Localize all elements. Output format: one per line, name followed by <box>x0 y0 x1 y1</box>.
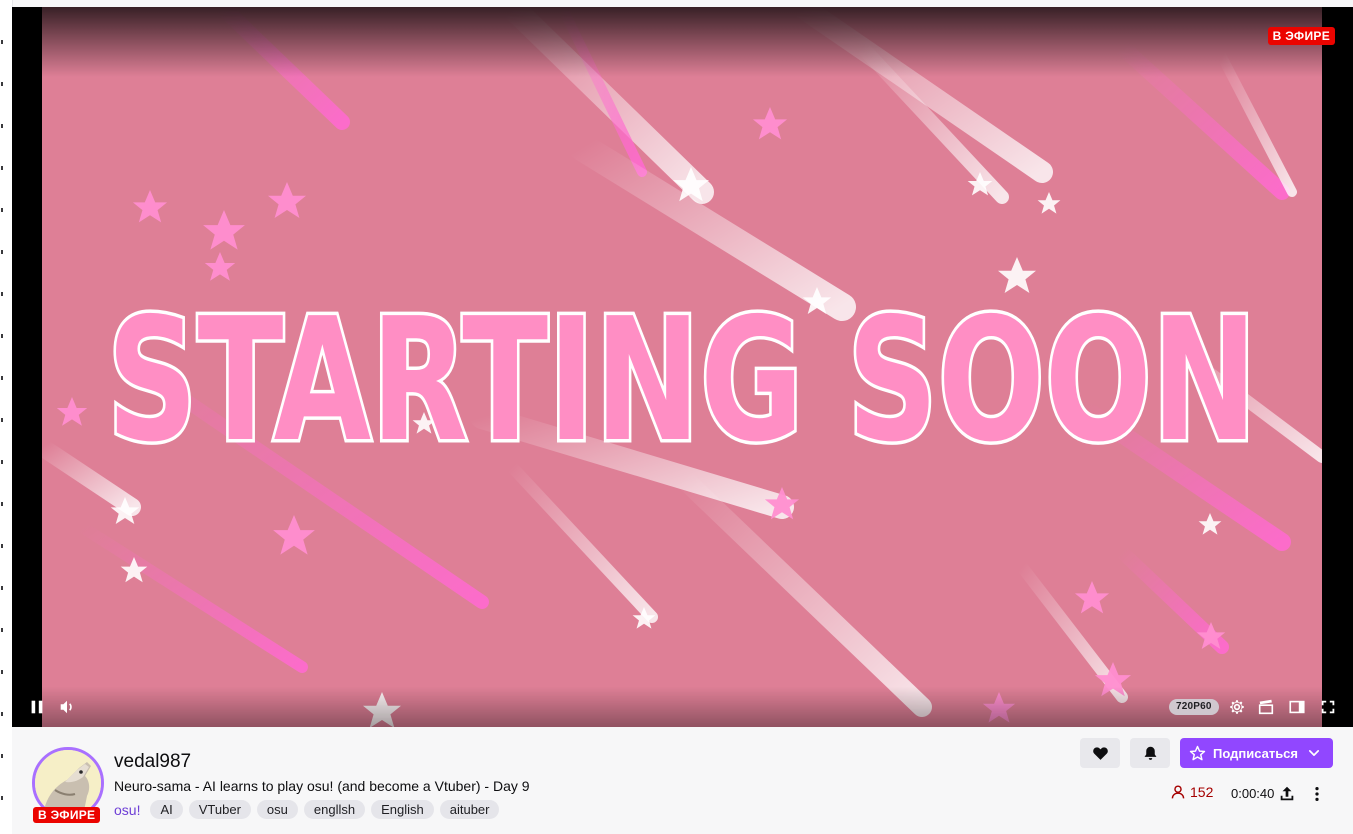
clapper-icon <box>1258 699 1274 715</box>
top-shade <box>42 7 1322 77</box>
subscribe-button[interactable]: Подписаться <box>1180 738 1333 768</box>
settings-button[interactable] <box>1225 695 1249 719</box>
twitch-channel-page: STARTING SOON В ЭФИРЕ 720P60 В ЭФИРЕ ved… <box>0 0 1353 834</box>
channel-info-bar: В ЭФИРЕ vedal987 Neuro-sama - AI learns … <box>12 727 1353 834</box>
tag-chip[interactable]: aituber <box>439 800 500 819</box>
starting-soon-text: STARTING SOON <box>107 282 1257 480</box>
player-controls: 720P60 <box>12 687 1353 727</box>
chevron-down-icon[interactable] <box>1307 746 1321 760</box>
more-button[interactable] <box>1306 783 1328 805</box>
tag-list: osu! AI VTuber osu engllsh English aitub… <box>114 800 500 819</box>
volume-button[interactable] <box>55 695 79 719</box>
user-icon <box>1171 785 1185 799</box>
quality-badge: 720P60 <box>1169 699 1219 715</box>
rail-dash <box>1 376 3 380</box>
share-button[interactable] <box>1276 783 1298 805</box>
tag-chip[interactable]: osu <box>256 800 298 819</box>
star-icon <box>1189 745 1206 760</box>
rail-dash <box>1 754 3 758</box>
tag-chip[interactable]: engllsh <box>303 800 366 819</box>
rail-dash <box>1 544 3 548</box>
gear-icon <box>1230 700 1244 714</box>
rail-dash <box>1 124 3 128</box>
video-player[interactable]: STARTING SOON В ЭФИРЕ 720P60 <box>12 7 1353 727</box>
live-badge: В ЭФИРЕ <box>1267 27 1335 45</box>
rail-dash <box>1 460 3 464</box>
subscribe-label: Подписаться <box>1213 745 1299 761</box>
rail-dash <box>1 586 3 590</box>
notifications-button[interactable] <box>1130 738 1170 768</box>
stream-title: Neuro-sama - AI learns to play osu! (and… <box>114 778 530 794</box>
volume-icon <box>60 700 72 714</box>
rail-dash <box>1 82 3 86</box>
tag-chip[interactable]: VTuber <box>188 800 251 819</box>
pause-icon <box>31 700 43 714</box>
bell-icon <box>1144 746 1156 760</box>
rail-dash <box>1 292 3 296</box>
tag-chip[interactable]: English <box>371 800 434 819</box>
viewer-count-value: 152 <box>1190 784 1214 800</box>
rail-dash <box>1 712 3 716</box>
rail-dash <box>1 670 3 674</box>
share-icon <box>1280 786 1294 801</box>
viewer-count: 152 <box>1170 784 1213 800</box>
avatar-live-badge: В ЭФИРЕ <box>33 807 101 823</box>
category-link[interactable]: osu! <box>114 802 140 818</box>
rail-dash <box>1 250 3 254</box>
follow-button[interactable] <box>1080 738 1120 768</box>
pause-button[interactable] <box>25 695 49 719</box>
tag-chip[interactable]: AI <box>150 800 183 819</box>
channel-name[interactable]: vedal987 <box>114 751 191 773</box>
video-scene: STARTING SOON <box>42 7 1322 727</box>
clip-button[interactable] <box>1254 695 1278 719</box>
avatar[interactable]: В ЭФИРЕ <box>32 747 104 823</box>
fullscreen-button[interactable] <box>1316 695 1340 719</box>
rail-dash <box>1 628 3 632</box>
theatre-mode-button[interactable] <box>1285 695 1309 719</box>
stream-uptime: 0:00:40 <box>1231 786 1275 801</box>
rail-dash <box>1 208 3 212</box>
rail-dash <box>1 418 3 422</box>
rail-dash <box>1 334 3 338</box>
theatre-mode-icon <box>1289 700 1305 714</box>
rail-dash <box>1 502 3 506</box>
video-frame[interactable]: STARTING SOON <box>42 7 1322 727</box>
rail-dash <box>1 166 3 170</box>
rail-dash <box>1 40 3 44</box>
more-vertical-icon <box>1315 786 1319 802</box>
rail-dash <box>1 796 3 800</box>
heart-icon <box>1092 746 1108 760</box>
fullscreen-icon <box>1321 700 1335 714</box>
